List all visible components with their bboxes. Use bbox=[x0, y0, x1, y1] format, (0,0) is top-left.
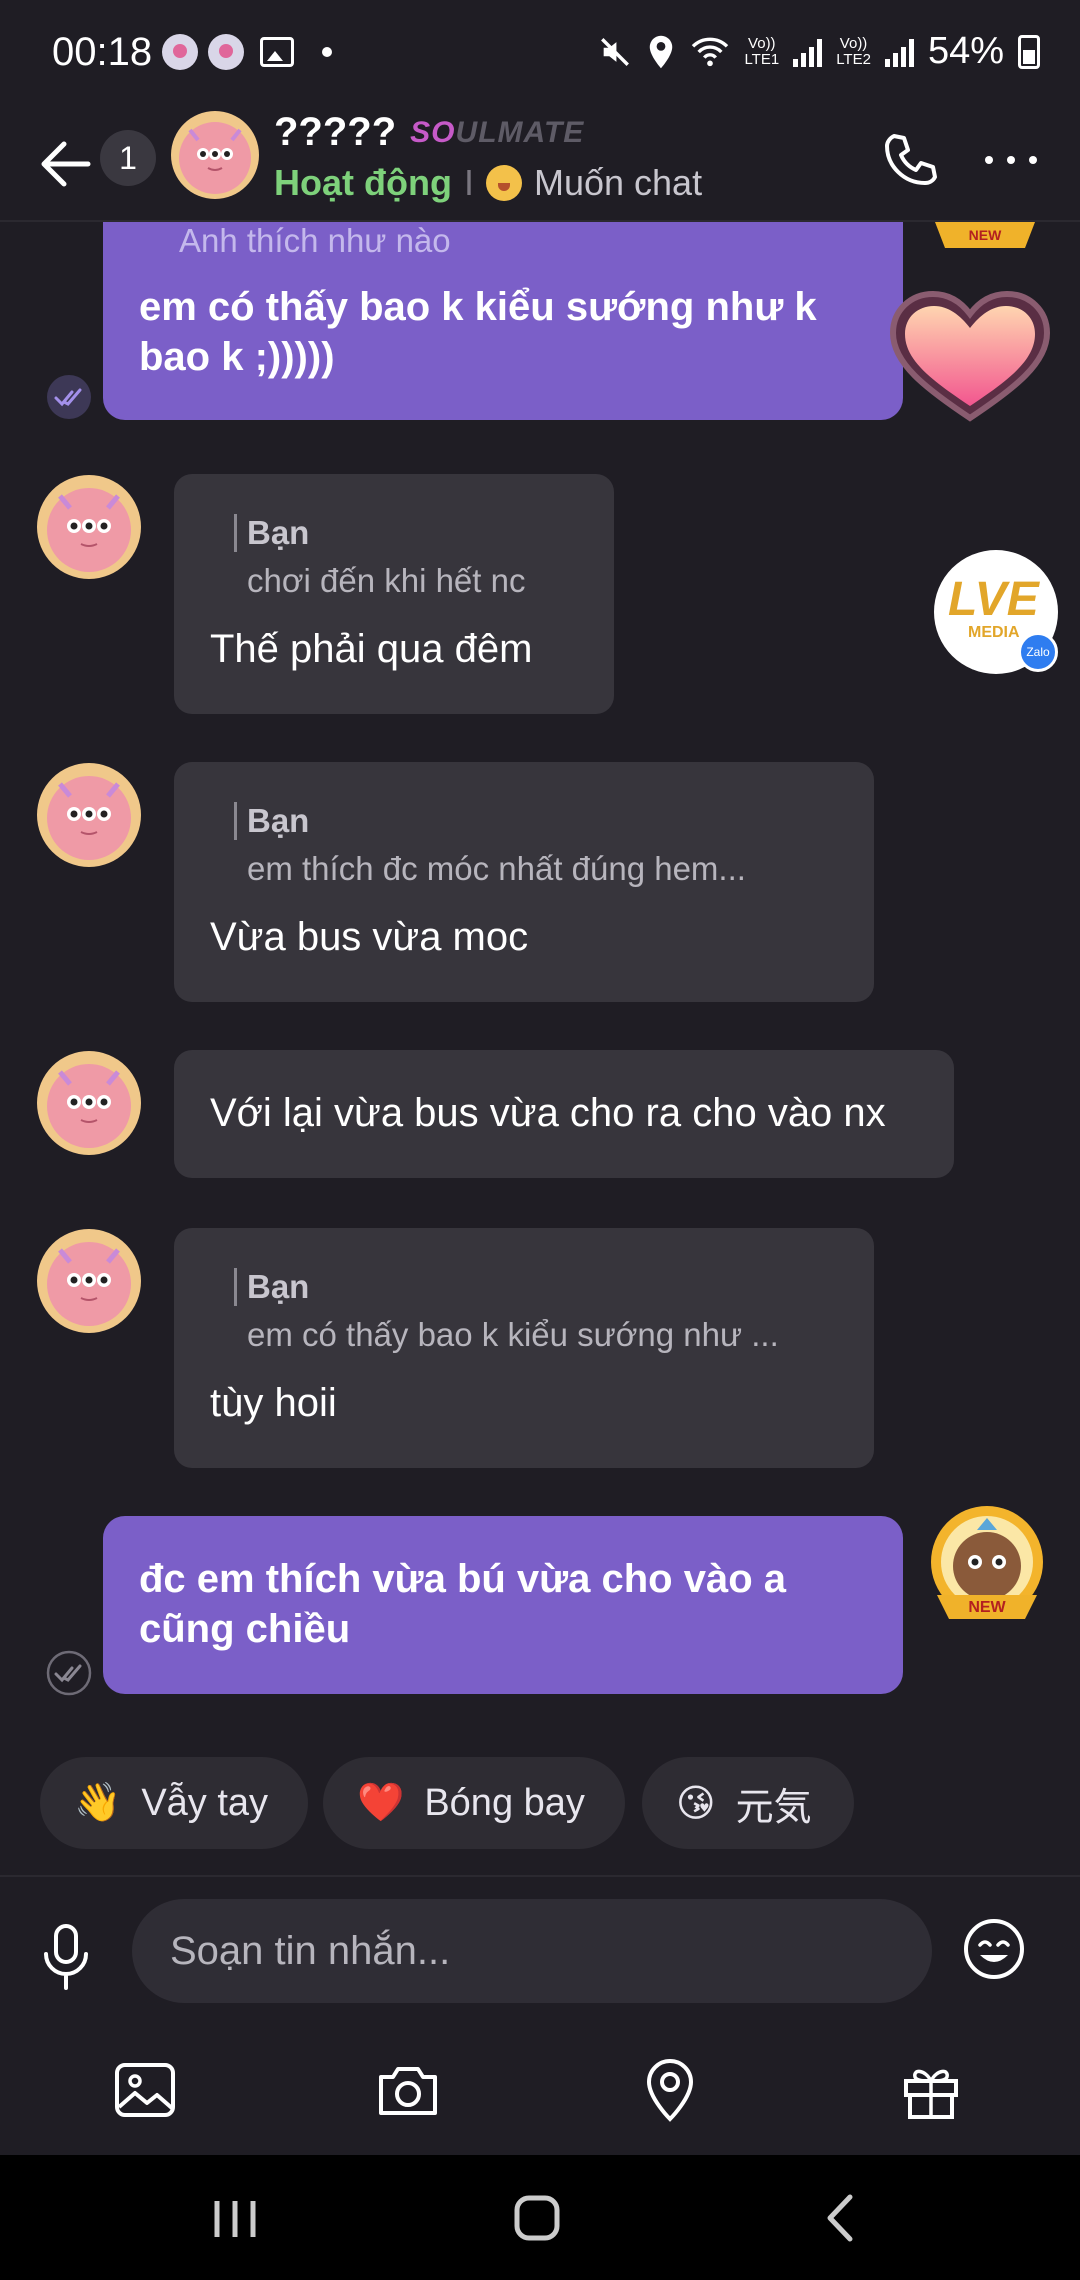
soulmate-tag-rest: ULMATE bbox=[455, 115, 585, 149]
system-icons: Vo)) LTE1 Vo)) LTE2 54% bbox=[598, 30, 1040, 73]
message-input-field[interactable] bbox=[170, 1928, 932, 1974]
reply-quote[interactable]: Bạn chơi đến khi hết nc bbox=[234, 514, 525, 600]
status-bar: 00:18 Vo)) LTE1 Vo)) LTE2 54% bbox=[0, 0, 1080, 110]
incoming-message[interactable]: Bạn chơi đến khi hết nc Thế phải qua đêm bbox=[174, 474, 614, 714]
quick-reply-label: 元気 bbox=[735, 1786, 812, 1829]
camera-icon[interactable] bbox=[375, 2057, 441, 2123]
new-badge-icon: NEW bbox=[935, 222, 1035, 248]
contact-avatar[interactable] bbox=[36, 1228, 142, 1334]
lve-media-text: MEDIA bbox=[968, 624, 1020, 641]
message-text: em có thấy bao k kiểu sướng như k bao k … bbox=[139, 285, 817, 379]
contact-avatar[interactable] bbox=[36, 762, 142, 868]
heart-icon bbox=[889, 290, 1051, 422]
quote-author: Bạn bbox=[234, 802, 746, 840]
quick-reply-label: Vẫy tay bbox=[141, 1781, 269, 1824]
phone-call-icon[interactable] bbox=[880, 130, 940, 190]
contact-avatar[interactable] bbox=[36, 1050, 142, 1156]
contact-avatar[interactable] bbox=[170, 110, 260, 200]
system-navigation-bar bbox=[0, 2155, 1080, 2280]
status-separator: I bbox=[463, 162, 474, 203]
mood-emoji-icon bbox=[485, 165, 522, 201]
quote-text: em thích đc móc nhất đúng hem... bbox=[247, 850, 746, 887]
incoming-message[interactable]: Với lại vừa bus vừa cho ra cho vào nx bbox=[174, 1050, 954, 1178]
emoji-icon[interactable] bbox=[962, 1917, 1026, 1981]
quote-fragment: Anh thích như nào bbox=[179, 222, 451, 259]
zalo-badge: Zalo bbox=[1018, 632, 1058, 672]
message-text: Vừa bus vừa moc bbox=[210, 915, 529, 959]
message-text: Thế phải qua đêm bbox=[210, 627, 533, 671]
quote-text: chơi đến khi hết nc bbox=[247, 562, 526, 599]
wave-hand-icon: 👋 bbox=[74, 1782, 122, 1824]
mute-icon bbox=[601, 37, 630, 66]
unread-count-badge: 1 bbox=[100, 130, 156, 186]
battery-icon bbox=[1018, 34, 1040, 69]
message-text: đc em thích vừa bú vừa cho vào a cũng ch… bbox=[139, 1557, 787, 1651]
signal2-icon bbox=[884, 37, 914, 67]
recent-apps-icon[interactable] bbox=[195, 2183, 275, 2253]
app-notification-icon bbox=[208, 34, 244, 70]
signal1-icon bbox=[793, 37, 823, 67]
quick-reply-balloon[interactable]: ❤️ Bóng bay bbox=[323, 1757, 625, 1849]
quick-reply-wave[interactable]: 👋 Vẫy tay bbox=[40, 1757, 308, 1849]
seen-check-icon bbox=[47, 375, 91, 419]
gift-icon[interactable] bbox=[898, 2057, 964, 2123]
battery-percent: 54% bbox=[927, 30, 1004, 72]
contact-name: ????? SOULMATE bbox=[274, 110, 584, 155]
sim1-label: Vo)) LTE1 bbox=[744, 34, 780, 68]
lve-media-badge[interactable]: LVE MEDIA Zalo bbox=[934, 550, 1058, 674]
message-input[interactable] bbox=[132, 1899, 932, 2003]
status-want-chat: Muốn chat bbox=[533, 162, 703, 203]
composer-tools bbox=[0, 2057, 1080, 2137]
composer-bar bbox=[0, 1875, 1080, 2155]
chat-header: 1 ????? SOULMATE Hoạt động I Muốn chat bbox=[0, 110, 1080, 222]
back-arrow-icon[interactable] bbox=[38, 134, 94, 194]
soulmate-tag: SOULMATE bbox=[410, 116, 584, 150]
incoming-message[interactable]: Bạn em thích đc móc nhất đúng hem... Vừa… bbox=[174, 762, 874, 1002]
outgoing-message[interactable]: đc em thích vừa bú vừa cho vào a cũng ch… bbox=[103, 1516, 903, 1694]
status-time: 00:18 bbox=[52, 30, 153, 74]
message-text: tùy hoii bbox=[210, 1381, 337, 1425]
message-text: Với lại vừa bus vừa cho ra cho vào nx bbox=[210, 1091, 886, 1135]
my-avatar[interactable]: NEW bbox=[922, 1500, 1052, 1630]
message-list[interactable]: Anh thích như nào em có thấy bao k kiểu … bbox=[0, 222, 1080, 1742]
contact-avatar[interactable] bbox=[36, 474, 142, 580]
back-nav-icon[interactable] bbox=[800, 2183, 880, 2253]
kiss-face-icon: 😘 bbox=[676, 1782, 716, 1825]
reply-quote[interactable]: Bạn em có thấy bao k kiểu sướng như ... bbox=[234, 1268, 779, 1354]
quote-author: Bạn bbox=[234, 1268, 779, 1306]
sim2-label: Vo)) LTE2 bbox=[836, 34, 871, 68]
microphone-icon[interactable] bbox=[38, 1922, 94, 1992]
new-badge-text: NEW bbox=[968, 1599, 1006, 1616]
quote-text: em có thấy bao k kiểu sướng như ... bbox=[247, 1316, 779, 1353]
wifi-icon bbox=[692, 37, 729, 66]
contact-status: Hoạt động I Muốn chat bbox=[274, 162, 702, 204]
more-options-icon[interactable] bbox=[985, 150, 1045, 170]
quick-reply-label: Bóng bay bbox=[424, 1781, 585, 1824]
contact-name-text: ????? bbox=[274, 110, 397, 154]
new-badge-text: NEW bbox=[969, 227, 1002, 243]
location-icon bbox=[650, 35, 673, 68]
lve-logo-text: LVE bbox=[948, 573, 1039, 626]
quote-author: Bạn bbox=[234, 514, 525, 552]
soulmate-tag-prefix: SO bbox=[410, 115, 456, 149]
image-notification-icon bbox=[260, 37, 294, 67]
location-pin-icon[interactable] bbox=[637, 2057, 703, 2123]
more-notifications-dot bbox=[322, 47, 332, 57]
notification-icons bbox=[162, 34, 332, 70]
incoming-message[interactable]: Bạn em có thấy bao k kiểu sướng như ... … bbox=[174, 1228, 874, 1468]
outgoing-message[interactable]: Anh thích như nào em có thấy bao k kiểu … bbox=[103, 222, 903, 420]
image-icon[interactable] bbox=[112, 2057, 178, 2123]
status-active: Hoạt động bbox=[274, 162, 452, 203]
quick-reply-genki[interactable]: 😘 元気 bbox=[642, 1757, 854, 1849]
heart-emoji-icon: ❤️ bbox=[357, 1782, 405, 1824]
home-icon[interactable] bbox=[497, 2183, 577, 2253]
app-notification-icon bbox=[162, 34, 198, 70]
reply-quote[interactable]: Bạn em thích đc móc nhất đúng hem... bbox=[234, 802, 746, 888]
sent-check-icon bbox=[46, 1650, 92, 1696]
